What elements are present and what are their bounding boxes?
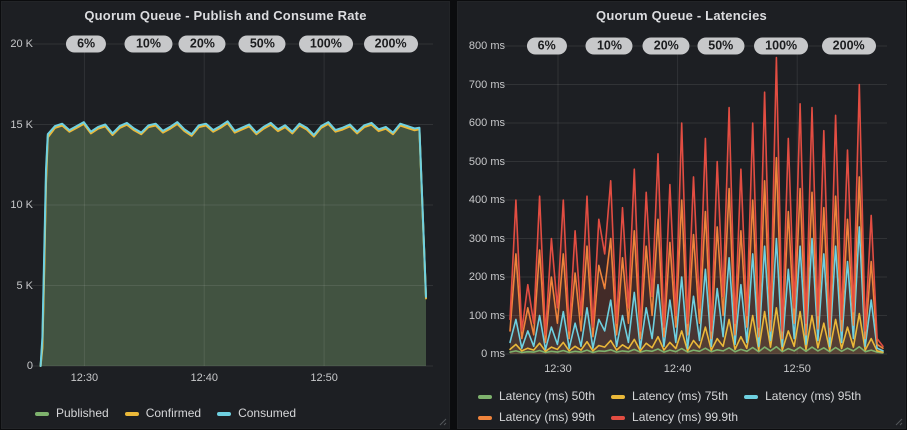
annotation-pill-100[interactable]: 100% [299,36,353,53]
chart-canvas[interactable] [2,2,451,430]
annotation-pill-50[interactable]: 50% [239,36,286,53]
y-axis-tick-label: 10 K [2,199,33,211]
legend-label: Confirmed [146,403,201,424]
legend-item-latency-ms-99-9th[interactable]: Latency (ms) 99.9th [611,407,738,428]
x-axis-tick-label: 12:50 [310,372,338,384]
legend-swatch-icon [611,395,625,399]
annotation-pill-10[interactable]: 10% [125,36,172,53]
annotation-pill-6[interactable]: 6% [527,38,567,55]
x-axis-tick-label: 12:30 [71,372,99,384]
legend-item-latency-ms-75th[interactable]: Latency (ms) 75th [611,386,728,407]
legend-item-consumed[interactable]: Consumed [217,403,296,424]
legend-swatch-icon [744,395,758,399]
annotation-pill-6[interactable]: 6% [66,36,106,53]
dashboard: { "panels": [ { "title": "Quorum Queue -… [0,0,907,430]
annotation-pill-200[interactable]: 200% [364,36,418,53]
annotation-pill-200[interactable]: 200% [822,38,876,55]
y-axis-tick-label: 400 ms [458,194,505,206]
legend-label: Latency (ms) 75th [632,386,728,407]
legend-item-latency-ms-50th[interactable]: Latency (ms) 50th [478,386,595,407]
panel-resize-handle[interactable] [893,416,903,426]
annotation-pill-50[interactable]: 50% [697,38,744,55]
panel-latencies: Quorum Queue - Latencies 6%10%20%50%100%… [457,1,906,429]
panel-publish-consume-rate: Quorum Queue - Publish and Consume Rate … [1,1,450,429]
x-axis-tick-label: 12:40 [664,363,692,375]
y-axis-tick-label: 300 ms [458,233,505,245]
x-axis-tick-label: 12:40 [190,372,218,384]
legend: Latency (ms) 50thLatency (ms) 75thLatenc… [478,386,898,428]
legend-item-latency-ms-95th[interactable]: Latency (ms) 95th [744,386,861,407]
legend-swatch-icon [478,395,492,399]
legend-label: Latency (ms) 50th [499,386,595,407]
legend-item-confirmed[interactable]: Confirmed [125,403,201,424]
legend-swatch-icon [478,416,492,420]
annotation-pill-100[interactable]: 100% [754,38,808,55]
y-axis-tick-label: 200 ms [458,271,505,283]
y-axis-tick-label: 100 ms [458,310,505,322]
annotation-pill-10[interactable]: 10% [586,38,633,55]
annotation-pill-20[interactable]: 20% [643,38,690,55]
legend-label: Latency (ms) 95th [765,386,861,407]
legend-swatch-icon [611,416,625,420]
legend-label: Latency (ms) 99th [499,407,595,428]
y-axis-tick-label: 5 K [2,280,33,292]
y-axis-tick-label: 0 [2,360,33,372]
legend-item-published[interactable]: Published [35,403,109,424]
y-axis-tick-label: 15 K [2,119,33,131]
legend-label: Latency (ms) 99.9th [632,407,738,428]
x-axis-tick-label: 12:30 [544,363,572,375]
y-axis-tick-label: 500 ms [458,156,505,168]
y-axis-tick-label: 800 ms [458,40,505,52]
panel-resize-handle[interactable] [437,416,447,426]
legend-label: Published [56,403,109,424]
x-axis-tick-label: 12:50 [783,363,811,375]
legend-label: Consumed [238,403,296,424]
annotation-pill-20[interactable]: 20% [179,36,226,53]
y-axis-tick-label: 20 K [2,38,33,50]
y-axis-tick-label: 700 ms [458,79,505,91]
y-axis-tick-label: 600 ms [458,117,505,129]
legend: Published Confirmed Consumed [35,403,312,424]
legend-swatch-icon [35,412,49,416]
y-axis-tick-label: 0 ms [458,348,505,360]
legend-swatch-icon [125,412,139,416]
series-fill-consumed [41,121,426,366]
legend-item-latency-ms-99th[interactable]: Latency (ms) 99th [478,407,595,428]
legend-swatch-icon [217,412,231,416]
